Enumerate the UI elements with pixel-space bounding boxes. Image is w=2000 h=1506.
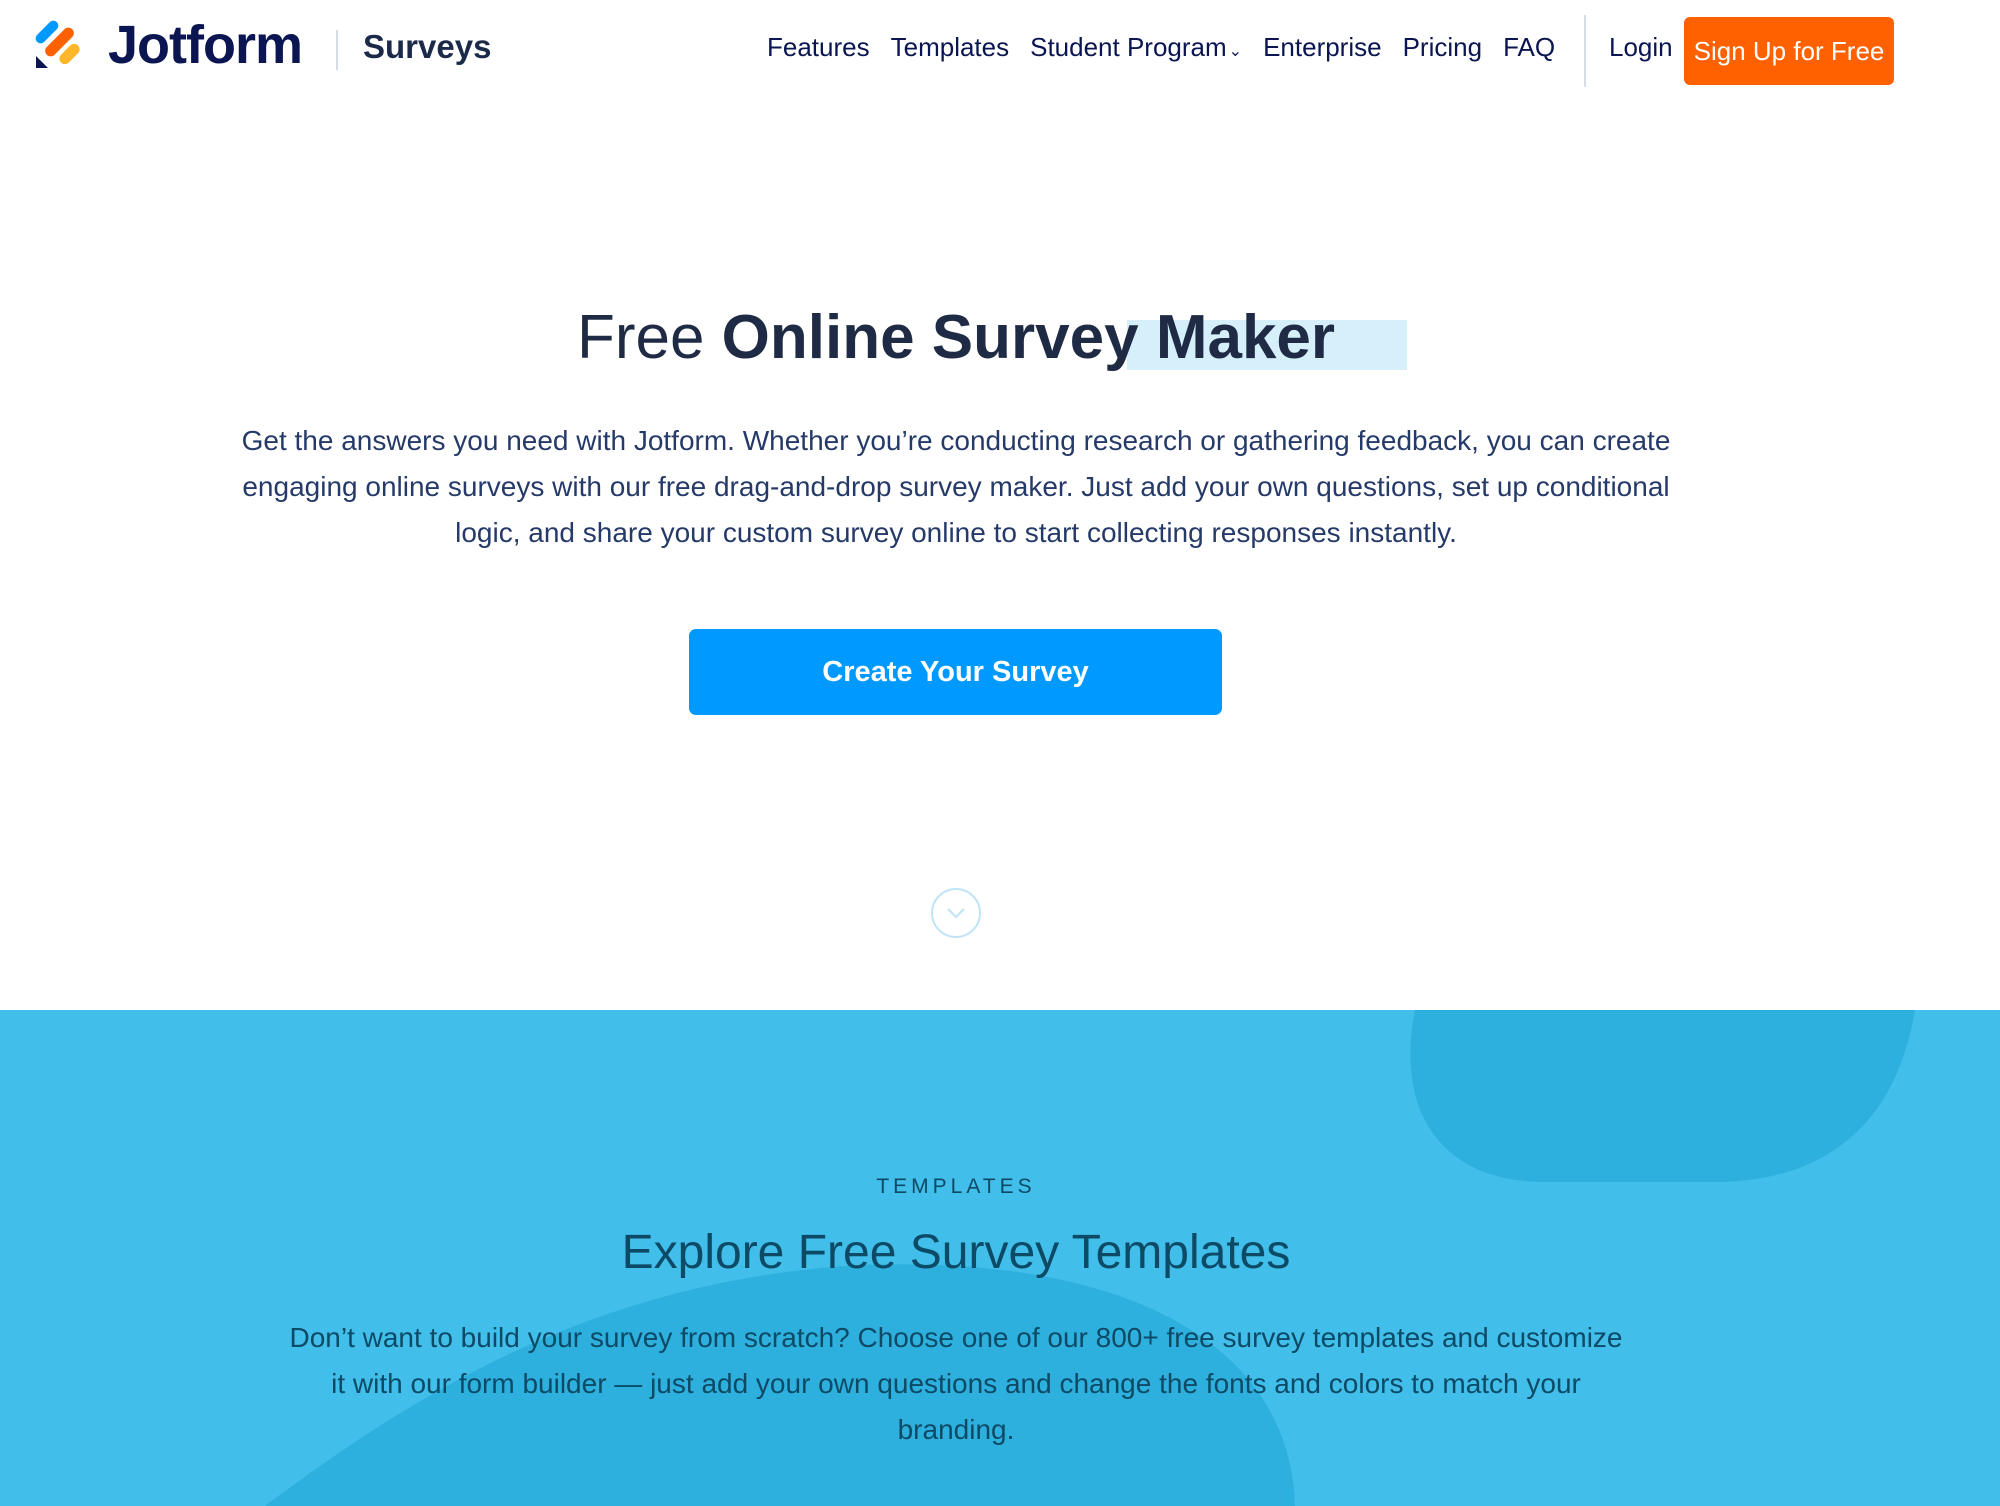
main-nav: Features Templates Student Program ⌄ Ente…	[767, 32, 1576, 63]
nav-student-program-label: Student Program	[1030, 32, 1227, 62]
nav-student-program[interactable]: Student Program ⌄	[1030, 32, 1242, 63]
product-name[interactable]: Surveys	[363, 28, 491, 66]
site-header: Jotform Surveys Features Templates Stude…	[0, 0, 2000, 100]
blob-top-right	[1410, 1010, 1915, 1182]
section-eyebrow: TEMPLATES	[876, 1175, 1036, 1198]
jotform-logo-icon[interactable]	[34, 20, 86, 72]
nav-templates[interactable]: Templates	[891, 32, 1010, 63]
brand-divider	[336, 30, 338, 70]
nav-faq[interactable]: FAQ	[1503, 32, 1555, 63]
hero-description: Get the answers you need with Jotform. W…	[241, 425, 1671, 548]
nav-divider	[1584, 15, 1586, 87]
nav-pricing[interactable]: Pricing	[1403, 32, 1482, 63]
nav-features[interactable]: Features	[767, 32, 870, 63]
chevron-down-icon: ⌄	[1228, 43, 1243, 60]
hero-title-bold: Online Survey Maker	[721, 303, 1336, 372]
signup-button[interactable]: Sign Up for Free	[1684, 17, 1894, 85]
login-link[interactable]: Login	[1609, 32, 1673, 63]
templates-description: Don’t want to build your survey from scr…	[289, 1322, 1623, 1445]
hero-title-light: Free	[576, 303, 705, 372]
brand-name[interactable]: Jotform	[108, 14, 303, 76]
chevron-down-icon	[947, 908, 965, 919]
create-survey-button[interactable]: Create Your Survey	[689, 629, 1222, 715]
scroll-down-button[interactable]	[931, 888, 981, 938]
nav-enterprise[interactable]: Enterprise	[1263, 32, 1382, 63]
hero-title: Free Online Survey Maker	[0, 302, 1912, 373]
templates-title: Explore Free Survey Templates	[621, 1226, 1291, 1279]
